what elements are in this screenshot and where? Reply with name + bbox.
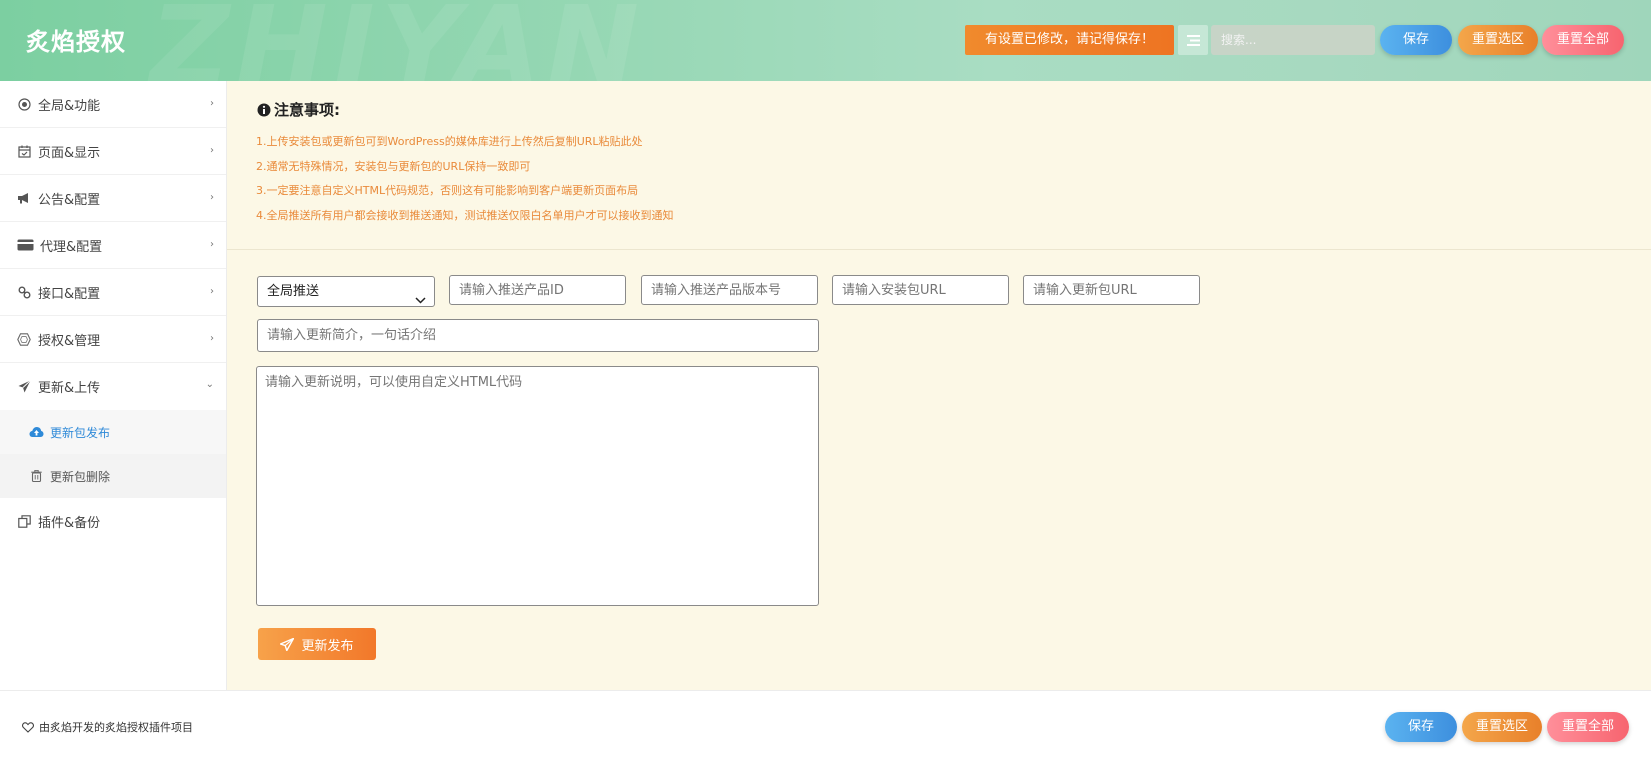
product-version-input[interactable] bbox=[641, 275, 818, 305]
sidebar-subitem-label: 更新包删除 bbox=[50, 469, 111, 484]
sidebar-item-label: 更新&上传 bbox=[38, 381, 101, 396]
publish-update-button[interactable]: 更新发布 bbox=[258, 628, 376, 660]
sidebar: 全局&功能 › 页面&显示 › 公告&配置 › 代理&配置 › 接口&配置 › … bbox=[0, 81, 227, 690]
chevron-right-icon: › bbox=[210, 333, 214, 344]
notice-item: 4.全局推送所有用户都会接收到推送通知，测试推送仅限白名单用户才可以接收到通知 bbox=[256, 208, 674, 222]
sidebar-item-label: 插件&备份 bbox=[38, 516, 101, 531]
notice-list: 1.上传安装包或更新包可到WordPress的媒体库进行上传然后复制URL粘贴此… bbox=[256, 130, 674, 228]
trash-icon bbox=[28, 468, 44, 484]
push-type-select[interactable]: 全局推送 bbox=[257, 276, 435, 307]
chevron-right-icon: › bbox=[210, 192, 214, 203]
footer-credit-text: 由炙焰开发的炙焰授权插件项目 bbox=[39, 721, 193, 734]
install-package-url-input[interactable] bbox=[832, 275, 1009, 305]
update-summary-input[interactable] bbox=[257, 319, 819, 352]
footer-reset-all-button[interactable]: 重置全部 bbox=[1547, 712, 1629, 742]
sidebar-item-label: 代理&配置 bbox=[40, 239, 103, 255]
main-panel: 注意事项: 1.上传安装包或更新包可到WordPress的媒体库进行上传然后复制… bbox=[227, 81, 1651, 690]
chevron-right-icon: › bbox=[210, 239, 214, 250]
sidebar-subitem-label: 更新包发布 bbox=[50, 425, 111, 440]
brand-title: 炙焰授权 bbox=[26, 28, 126, 56]
footer-bar: 由炙焰开发的炙焰授权插件项目 保存 重置选区 重置全部 bbox=[0, 690, 1651, 762]
sidebar-item-agent[interactable]: 代理&配置 › bbox=[0, 222, 226, 269]
save-button[interactable]: 保存 bbox=[1380, 25, 1452, 55]
top-header: ZHIYAN 炙焰授权 有设置已修改，请记得保存！ 保存 重置选区 重置全部 bbox=[0, 0, 1651, 81]
heart-icon bbox=[22, 721, 34, 733]
reset-all-button[interactable]: 重置全部 bbox=[1542, 25, 1624, 55]
chevron-right-icon: › bbox=[210, 98, 214, 109]
search-input[interactable] bbox=[1211, 25, 1375, 55]
list-toggle-button[interactable] bbox=[1178, 25, 1208, 55]
sidebar-item-license[interactable]: 授权&管理 › bbox=[0, 316, 226, 363]
sidebar-item-label: 接口&配置 bbox=[38, 286, 101, 302]
sidebar-subitem-delete[interactable]: 更新包删除 bbox=[0, 454, 226, 498]
target-icon bbox=[16, 96, 32, 112]
notice-title-text: 注意事项: bbox=[274, 101, 340, 119]
chevron-right-icon: › bbox=[210, 145, 214, 156]
chevron-down-icon bbox=[415, 286, 426, 315]
chevron-down-icon: ⌄ bbox=[205, 379, 214, 390]
copy-icon bbox=[16, 514, 32, 530]
section-divider bbox=[227, 249, 1651, 250]
notice-item: 2.通常无特殊情况，安装包与更新包的URL保持一致即可 bbox=[256, 159, 531, 173]
sidebar-item-global[interactable]: 全局&功能 › bbox=[0, 81, 226, 128]
list-icon bbox=[1186, 34, 1200, 46]
hexagon-icon bbox=[16, 331, 32, 347]
sidebar-subitem-publish[interactable]: 更新包发布 bbox=[0, 410, 226, 454]
sidebar-item-label: 页面&显示 bbox=[38, 145, 101, 161]
footer-save-button[interactable]: 保存 bbox=[1385, 712, 1457, 742]
credit-card-icon bbox=[16, 237, 34, 253]
chevron-right-icon: › bbox=[210, 286, 214, 297]
update-description-textarea[interactable] bbox=[256, 366, 819, 606]
footer-credit: 由炙焰开发的炙焰授权插件项目 bbox=[22, 719, 193, 735]
sidebar-item-pages[interactable]: 页面&显示 › bbox=[0, 128, 226, 175]
notice-item: 1.上传安装包或更新包可到WordPress的媒体库进行上传然后复制URL粘贴此… bbox=[256, 135, 643, 148]
publish-update-label: 更新发布 bbox=[301, 638, 354, 654]
reset-section-button[interactable]: 重置选区 bbox=[1458, 25, 1538, 55]
sidebar-item-update[interactable]: 更新&上传 ⌄ bbox=[0, 363, 226, 410]
sidebar-item-label: 授权&管理 bbox=[38, 333, 101, 349]
paper-plane-icon bbox=[280, 637, 295, 651]
sidebar-item-label: 全局&功能 bbox=[38, 98, 101, 114]
calendar-check-icon bbox=[16, 143, 32, 159]
footer-reset-section-button[interactable]: 重置选区 bbox=[1462, 712, 1542, 742]
notice-heading: 注意事项: bbox=[257, 99, 340, 120]
megaphone-icon bbox=[16, 190, 32, 206]
notice-item: 3.一定要注意自定义HTML代码规范，否则这有可能影响到客户端更新页面布局 bbox=[256, 184, 639, 197]
header-watermark: ZHIYAN bbox=[150, 0, 646, 81]
update-package-url-input[interactable] bbox=[1023, 275, 1200, 305]
sidebar-item-announcement[interactable]: 公告&配置 › bbox=[0, 175, 226, 222]
push-type-value: 全局推送 bbox=[267, 284, 320, 299]
paper-plane-icon bbox=[16, 379, 32, 395]
sidebar-item-label: 公告&配置 bbox=[38, 192, 101, 208]
unsaved-changes-notice: 有设置已修改，请记得保存！ bbox=[965, 25, 1174, 55]
sidebar-item-api[interactable]: 接口&配置 › bbox=[0, 269, 226, 316]
info-circle-icon bbox=[257, 103, 271, 117]
sidebar-item-plugins[interactable]: 插件&备份 bbox=[0, 498, 226, 545]
link-icon bbox=[16, 284, 32, 300]
product-id-input[interactable] bbox=[449, 275, 626, 305]
cloud-upload-icon bbox=[28, 424, 44, 440]
